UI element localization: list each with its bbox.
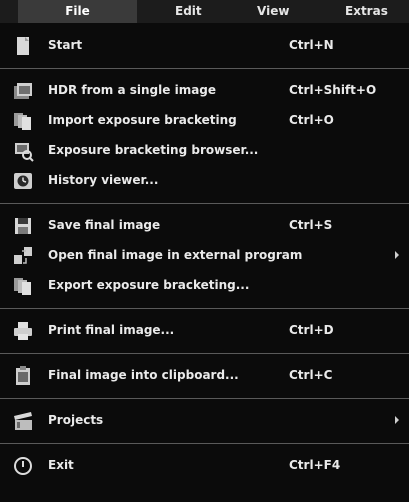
menu-separator bbox=[0, 353, 409, 354]
submenu-arrow-icon bbox=[395, 416, 399, 424]
menu-item-import-bracketing[interactable]: Import exposure bracketing Ctrl+O bbox=[0, 106, 409, 136]
menu-separator bbox=[0, 443, 409, 444]
menu-item-label: History viewer... bbox=[48, 173, 159, 187]
menu-item-label: Print final image... bbox=[48, 323, 175, 337]
menu-file[interactable]: File bbox=[18, 0, 137, 23]
hdr-single-image-icon bbox=[12, 80, 34, 102]
menu-item-shortcut: Ctrl+S bbox=[289, 218, 333, 232]
menu-view[interactable]: View bbox=[257, 0, 289, 23]
import-bracketing-icon bbox=[12, 110, 34, 132]
menu-item-history-viewer[interactable]: History viewer... bbox=[0, 166, 409, 196]
menu-item-save-final[interactable]: Save final image Ctrl+S bbox=[0, 211, 409, 241]
printer-icon bbox=[12, 320, 34, 342]
menu-item-label: Projects bbox=[48, 413, 104, 427]
menu-item-open-external[interactable]: Open final image in external program bbox=[0, 241, 409, 271]
menu-item-label: Exit bbox=[48, 458, 74, 472]
menu-item-bracketing-browser[interactable]: Exposure bracketing browser... bbox=[0, 136, 409, 166]
menu-bar: File Edit View Extras bbox=[0, 0, 409, 23]
menu-item-label: Export exposure bracketing... bbox=[48, 278, 250, 292]
menu-item-export-bracketing[interactable]: Export exposure bracketing... bbox=[0, 271, 409, 301]
menu-item-clipboard[interactable]: Final image into clipboard... Ctrl+C bbox=[0, 361, 409, 391]
menu-item-shortcut: Ctrl+F4 bbox=[289, 458, 341, 472]
menu-item-shortcut: Ctrl+O bbox=[289, 113, 334, 127]
menu-edit[interactable]: Edit bbox=[175, 0, 202, 23]
menu-item-label: Final image into clipboard... bbox=[48, 368, 239, 382]
menu-item-label: Open final image in external program bbox=[48, 248, 303, 262]
file-menu-dropdown: Start Ctrl+N HDR from a single image Ctr… bbox=[0, 23, 409, 481]
menu-item-label: Save final image bbox=[48, 218, 161, 232]
menu-item-label: Import exposure bracketing bbox=[48, 113, 237, 127]
menu-extras[interactable]: Extras bbox=[345, 0, 388, 23]
clapperboard-icon bbox=[12, 410, 34, 432]
menu-item-shortcut: Ctrl+Shift+O bbox=[289, 83, 377, 97]
save-disk-icon bbox=[12, 215, 34, 237]
menu-item-shortcut: Ctrl+C bbox=[289, 368, 333, 382]
clipboard-icon bbox=[12, 365, 34, 387]
menu-separator bbox=[0, 68, 409, 69]
export-bracketing-icon bbox=[12, 275, 34, 297]
submenu-arrow-icon bbox=[395, 251, 399, 259]
menu-item-label: Start bbox=[48, 38, 83, 52]
menu-item-shortcut: Ctrl+D bbox=[289, 323, 334, 337]
menu-item-projects[interactable]: Projects bbox=[0, 406, 409, 436]
menu-item-exit[interactable]: Exit Ctrl+F4 bbox=[0, 451, 409, 481]
power-icon bbox=[12, 455, 34, 477]
menu-separator bbox=[0, 398, 409, 399]
menu-item-print-final[interactable]: Print final image... Ctrl+D bbox=[0, 316, 409, 346]
menu-separator bbox=[0, 308, 409, 309]
history-clock-icon bbox=[12, 170, 34, 192]
bracketing-browser-icon bbox=[12, 140, 34, 162]
blank-document-icon bbox=[12, 35, 34, 57]
menu-item-label: HDR from a single image bbox=[48, 83, 217, 97]
menu-separator bbox=[0, 203, 409, 204]
menu-item-hdr-single[interactable]: HDR from a single image Ctrl+Shift+O bbox=[0, 76, 409, 106]
menu-item-shortcut: Ctrl+N bbox=[289, 38, 334, 52]
open-external-icon bbox=[12, 245, 34, 267]
menu-item-label: Exposure bracketing browser... bbox=[48, 143, 259, 157]
menu-item-start[interactable]: Start Ctrl+N bbox=[0, 31, 409, 61]
